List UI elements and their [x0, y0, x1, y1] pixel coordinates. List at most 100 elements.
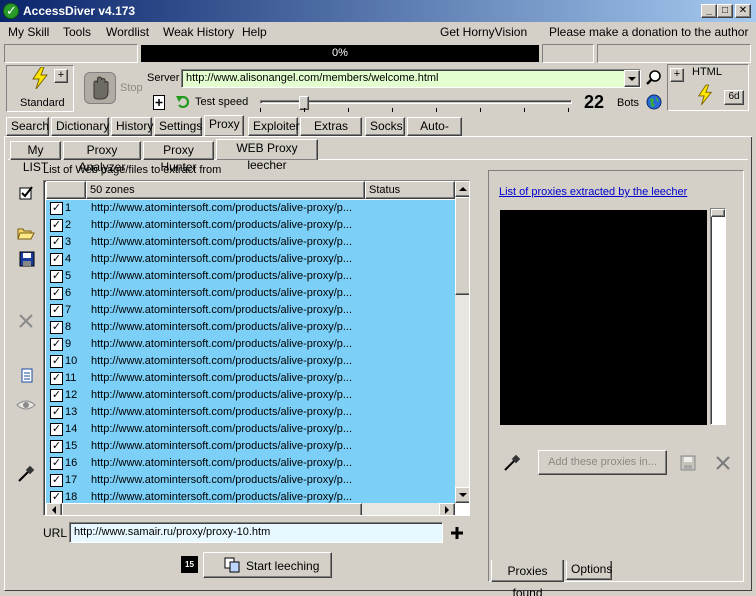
subtab-web-proxy-leecher[interactable]: WEB Proxy leecher — [216, 139, 318, 172]
row-checkbox[interactable]: ✓ — [50, 321, 63, 334]
maximize-button[interactable]: □ — [717, 4, 733, 18]
table-row[interactable]: ✓ 17 http://www.atomintersoft.com/products… — [46, 472, 455, 489]
row-checkbox[interactable]: ✓ — [50, 338, 63, 351]
header-check-col[interactable] — [46, 181, 86, 199]
menu-donate[interactable]: Please make a donation to the author — [549, 25, 748, 39]
tab-settings[interactable]: Settings — [154, 117, 202, 136]
scroll-down-button[interactable] — [455, 487, 469, 503]
row-checkbox[interactable]: ✓ — [50, 253, 63, 266]
menu-wordlist[interactable]: Wordlist — [106, 25, 149, 39]
row-checkbox[interactable]: ✓ — [50, 355, 63, 368]
table-row[interactable]: ✓ 9 http://www.atomintersoft.com/products/… — [46, 336, 455, 353]
tab-auto-pilot[interactable]: Auto-Pilot — [407, 117, 462, 150]
row-checkbox[interactable]: ✓ — [50, 474, 63, 487]
row-checkbox[interactable]: ✓ — [50, 202, 63, 215]
add-proxies-button[interactable]: Add these proxies in... — [538, 450, 667, 475]
table-row[interactable]: ✓ 18 http://www.atomintersoft.com/products… — [46, 489, 455, 503]
html-counter-button[interactable]: 6d — [724, 90, 744, 105]
table-row[interactable]: ✓ 10 http://www.atomintersoft.com/products… — [46, 353, 455, 370]
minimize-button[interactable]: _ — [701, 4, 717, 18]
plus-icon[interactable] — [450, 526, 464, 540]
row-checkbox[interactable]: ✓ — [50, 457, 63, 470]
table-row[interactable]: ✓ 2 http://www.atomintersoft.com/products/… — [46, 217, 455, 234]
html-plus-button[interactable]: + — [670, 68, 684, 82]
eye-icon[interactable] — [16, 396, 36, 414]
header-status[interactable]: Status — [365, 181, 455, 199]
lightning-icon[interactable] — [30, 66, 50, 90]
tab-extras-tools[interactable]: Extras tools — [300, 117, 362, 150]
row-checkbox[interactable]: ✓ — [50, 406, 63, 419]
menu-help[interactable]: Help — [242, 25, 267, 39]
folder-open-icon[interactable] — [17, 224, 35, 242]
table-row[interactable]: ✓ 1 http://www.atomintersoft.com/products/… — [46, 200, 455, 217]
check-all-icon[interactable] — [17, 184, 35, 202]
standard-plus-button[interactable]: + — [54, 69, 68, 83]
table-row[interactable]: ✓ 16 http://www.atomintersoft.com/products… — [46, 455, 455, 472]
delete-x-icon-right[interactable] — [715, 455, 731, 471]
refresh-arrow-icon[interactable] — [175, 94, 192, 111]
table-row[interactable]: ✓ 6 http://www.atomintersoft.com/products/… — [46, 285, 455, 302]
menu-weak-history[interactable]: Weak History — [163, 25, 234, 39]
tab-proxy[interactable]: Proxy — [204, 115, 244, 136]
lightning-icon-html[interactable] — [696, 84, 714, 106]
tab-exploiter[interactable]: Exploiter — [248, 117, 300, 136]
table-row[interactable]: ✓ 4 http://www.atomintersoft.com/products/… — [46, 251, 455, 268]
tab-history[interactable]: History — [111, 117, 153, 136]
subtab-proxy-analyzer[interactable]: Proxy Analyzer — [63, 141, 141, 174]
tab-options[interactable]: Options — [566, 561, 612, 580]
delete-x-icon[interactable] — [17, 312, 35, 330]
url-input[interactable]: http://www.samair.ru/proxy/proxy-10.htm — [69, 522, 443, 543]
tab-proxies-found[interactable]: Proxies found — [491, 560, 564, 596]
close-button[interactable]: ✕ — [735, 4, 751, 18]
globe-icon[interactable] — [646, 94, 662, 110]
row-checkbox[interactable]: ✓ — [50, 287, 63, 300]
row-checkbox[interactable]: ✓ — [50, 270, 63, 283]
menu-tools[interactable]: Tools — [63, 25, 91, 39]
extracted-list-scrollbar[interactable] — [710, 208, 726, 425]
floppy-save-icon[interactable] — [18, 251, 36, 269]
subtab-my-list[interactable]: My LIST — [10, 141, 61, 174]
tab-dictionary[interactable]: Dictionary — [51, 117, 109, 136]
server-input[interactable]: http://www.alisonangel.com/members/welco… — [181, 69, 641, 88]
scroll-up-button[interactable] — [455, 181, 469, 197]
scroll-thumb[interactable] — [455, 197, 469, 295]
floppy-save-icon-right[interactable] — [680, 455, 696, 471]
row-checkbox[interactable]: ✓ — [50, 491, 63, 503]
table-row[interactable]: ✓ 13 http://www.atomintersoft.com/products… — [46, 404, 455, 421]
table-row[interactable]: ✓ 8 http://www.atomintersoft.com/products/… — [46, 319, 455, 336]
header-zones[interactable]: 50 zones — [86, 181, 365, 199]
row-checkbox[interactable]: ✓ — [50, 304, 63, 317]
row-checkbox[interactable]: ✓ — [50, 389, 63, 402]
table-row[interactable]: ✓ 3 http://www.atomintersoft.com/products/… — [46, 234, 455, 251]
eyedropper-icon[interactable] — [17, 465, 35, 483]
table-row[interactable]: ✓ 12 http://www.atomintersoft.com/products… — [46, 387, 455, 404]
extracted-list-link[interactable]: List of proxies extracted by the leecher — [499, 186, 687, 198]
row-checkbox[interactable]: ✓ — [50, 440, 63, 453]
horizontal-scrollbar[interactable] — [46, 503, 455, 515]
scroll-right-button[interactable] — [439, 503, 455, 515]
hscroll-thumb[interactable] — [62, 503, 362, 515]
tab-search[interactable]: Search — [6, 117, 49, 136]
row-checkbox[interactable]: ✓ — [50, 236, 63, 249]
server-dropdown-button[interactable] — [624, 70, 640, 87]
add-page-icon[interactable] — [152, 94, 167, 111]
row-checkbox[interactable]: ✓ — [50, 423, 63, 436]
standard-label[interactable]: Standard — [20, 97, 65, 109]
row-checkbox[interactable]: ✓ — [50, 372, 63, 385]
extracted-proxies-list[interactable] — [500, 210, 707, 425]
scroll-left-button[interactable] — [46, 503, 62, 515]
tab-socks[interactable]: Socks — [365, 117, 405, 136]
menu-my-skill[interactable]: My Skill — [8, 25, 49, 39]
table-row[interactable]: ✓ 7 http://www.atomintersoft.com/products/… — [46, 302, 455, 319]
vertical-scrollbar[interactable] — [455, 181, 469, 503]
subtab-proxy-hunter[interactable]: Proxy Hunter — [143, 141, 214, 174]
extracted-scroll-thumb[interactable] — [711, 209, 725, 217]
table-row[interactable]: ✓ 14 http://www.atomintersoft.com/products… — [46, 421, 455, 438]
page-icon[interactable] — [18, 368, 36, 386]
magnifier-icon[interactable] — [645, 69, 663, 87]
menu-promo[interactable]: Get HornyVision — [440, 25, 527, 39]
table-row[interactable]: ✓ 5 http://www.atomintersoft.com/products/… — [46, 268, 455, 285]
table-row[interactable]: ✓ 11 http://www.atomintersoft.com/products… — [46, 370, 455, 387]
table-row[interactable]: ✓ 15 http://www.atomintersoft.com/products… — [46, 438, 455, 455]
eyedropper-icon-right[interactable] — [503, 454, 521, 472]
